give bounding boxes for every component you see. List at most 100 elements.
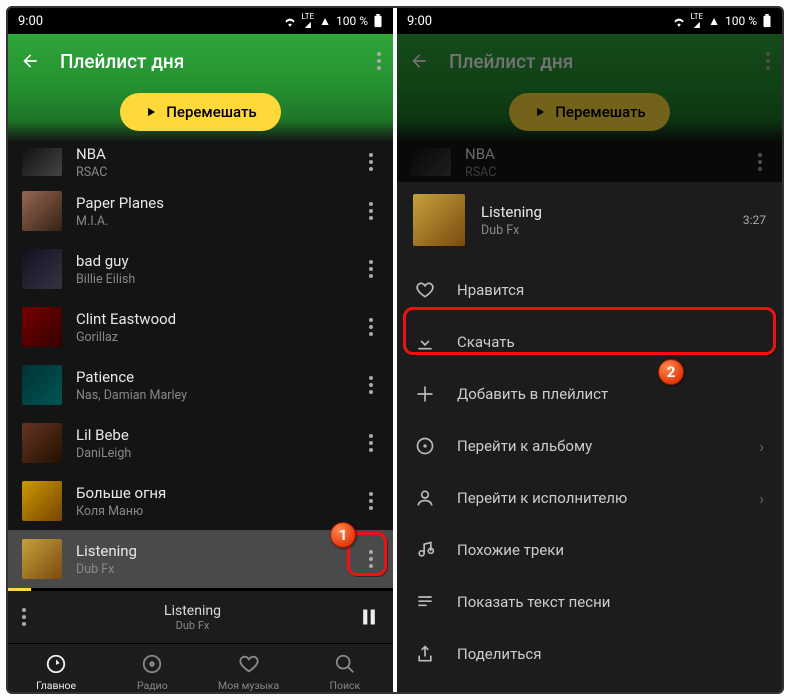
back-icon: [409, 51, 429, 71]
track-title: Listening: [76, 542, 357, 560]
nav-label: Моя музыка: [218, 679, 279, 692]
track-title: Clint Eastwood: [76, 310, 357, 328]
menu-label: Показать текст песни: [457, 593, 610, 611]
album-thumb: [22, 249, 62, 289]
track-more-icon: [746, 153, 774, 171]
header-more-icon[interactable]: [377, 52, 381, 70]
menu-download[interactable]: Скачать: [397, 316, 782, 368]
share-icon: [415, 644, 435, 664]
track-more-icon[interactable]: [357, 260, 385, 278]
app-header: Плейлист дня: [8, 34, 393, 88]
album-thumb: [22, 365, 62, 405]
nav-label: Поиск: [330, 679, 361, 692]
track-row[interactable]: Paper Planes M.I.A.: [8, 182, 393, 240]
context-sheet: Listening Dub Fx 3:27 Нравится Скачать Д…: [397, 182, 782, 692]
menu-share[interactable]: Поделиться: [397, 628, 782, 680]
track-more-icon[interactable]: [357, 492, 385, 510]
menu-like[interactable]: Нравится: [397, 264, 782, 316]
now-playing-title: Listening: [26, 603, 359, 619]
album-thumb: [411, 148, 451, 176]
battery-icon: [373, 14, 383, 28]
status-time: 9:00: [407, 14, 432, 29]
track-artist: Billie Eilish: [76, 272, 357, 287]
download-icon: [415, 332, 435, 352]
network-lte: LTE◢: [302, 13, 315, 29]
menu-label: Похожие треки: [457, 541, 564, 559]
similar-icon: [415, 540, 435, 560]
nav-mymusic[interactable]: Моя музыка: [201, 644, 297, 692]
shuffle-button[interactable]: Перемешать: [120, 93, 280, 131]
track-artist: Gorillaz: [76, 330, 357, 345]
shuffle-button: Перемешать: [509, 93, 669, 131]
track-artist: Nas, Damian Marley: [76, 388, 357, 403]
track-more-icon[interactable]: [357, 434, 385, 452]
status-time: 9:00: [18, 14, 43, 29]
wifi-icon: [283, 15, 297, 27]
back-icon[interactable]: [20, 51, 40, 71]
battery-text: 100 %: [336, 14, 368, 28]
album-thumb: [22, 307, 62, 347]
menu-label: Добавить в плейлист: [457, 385, 608, 403]
track-row[interactable]: Patience Nas, Damian Marley: [8, 356, 393, 414]
menu-add-playlist[interactable]: Добавить в плейлист: [397, 368, 782, 420]
track-row[interactable]: Clint Eastwood Gorillaz: [8, 298, 393, 356]
context-track-artist: Dub Fx: [481, 223, 735, 238]
track-row-dimmed: NBA RSAC: [397, 142, 782, 182]
pause-icon[interactable]: [359, 606, 379, 628]
track-title: bad guy: [76, 252, 357, 270]
menu-to-artist[interactable]: Перейти к исполнителю ›: [397, 472, 782, 524]
track-title: NBA: [465, 145, 746, 163]
page-title: Плейлист дня: [60, 50, 377, 73]
menu-to-album[interactable]: Перейти к альбому ›: [397, 420, 782, 472]
app-header-dimmed: Плейлист дня: [397, 34, 782, 88]
shuffle-label: Перемешать: [555, 103, 645, 121]
nav-search[interactable]: Поиск: [297, 644, 393, 692]
network-lte: LTE◢: [691, 13, 704, 29]
track-artist: M.I.A.: [76, 214, 357, 229]
shuffle-row-dimmed: Перемешать: [397, 88, 782, 142]
track-artist: Dub Fx: [76, 562, 357, 577]
phone-right: 9:00 LTE◢ ▲ 100 % Плейлист дня Перемешат…: [397, 8, 782, 692]
heart-icon: [238, 653, 260, 675]
track-more-icon[interactable]: [357, 376, 385, 394]
battery-icon: [762, 14, 772, 28]
menu-similar[interactable]: Похожие треки: [397, 524, 782, 576]
wifi-icon: [672, 15, 686, 27]
artist-icon: [415, 488, 435, 508]
menu-label: Поделиться: [457, 645, 542, 663]
menu-label: Нравится: [457, 281, 524, 299]
progress-bar[interactable]: [8, 588, 393, 591]
album-thumb: [22, 423, 62, 463]
album-icon: [415, 436, 435, 456]
signal-icon: ▲: [319, 14, 331, 28]
track-row[interactable]: bad guy Billie Eilish: [8, 240, 393, 298]
track-artist: RSAC: [465, 165, 746, 180]
phone-left: 9:00 LTE◢ ▲ 100 % Плейлист дня: [8, 8, 393, 692]
menu-lyrics[interactable]: Показать текст песни: [397, 576, 782, 628]
track-more-icon[interactable]: [357, 202, 385, 220]
track-row[interactable]: NBA RSAC: [8, 142, 393, 182]
track-more-icon[interactable]: [357, 153, 385, 171]
now-playing-bar[interactable]: Listening Dub Fx: [8, 591, 393, 643]
track-more-icon[interactable]: [357, 550, 385, 568]
nav-label: Главное: [36, 679, 76, 692]
track-more-icon[interactable]: [357, 318, 385, 336]
header-more-icon: [766, 52, 770, 70]
heart-icon: [415, 280, 435, 300]
plus-icon: [415, 384, 435, 404]
nav-radio[interactable]: Радио: [104, 644, 200, 692]
callout-badge-1: 1: [330, 522, 356, 548]
track-list: NBA RSAC Paper Planes M.I.A. bad guy Bil…: [8, 142, 393, 588]
album-thumb: [22, 191, 62, 231]
nav-label: Радио: [137, 679, 168, 692]
bottom-nav: Главное Радио Моя музыка Поиск: [8, 643, 393, 692]
context-track-header: Listening Dub Fx 3:27: [397, 182, 782, 258]
lyrics-icon: [415, 592, 435, 612]
track-title: Больше огня: [76, 484, 357, 502]
nav-home[interactable]: Главное: [8, 644, 104, 692]
battery-text: 100 %: [725, 14, 757, 28]
track-row[interactable]: Lil Bebe DaniLeigh: [8, 414, 393, 472]
menu-dislike[interactable]: Не нравится: [397, 680, 782, 692]
page-title: Плейлист дня: [449, 50, 766, 73]
track-row[interactable]: Больше огня Коля Маню: [8, 472, 393, 530]
